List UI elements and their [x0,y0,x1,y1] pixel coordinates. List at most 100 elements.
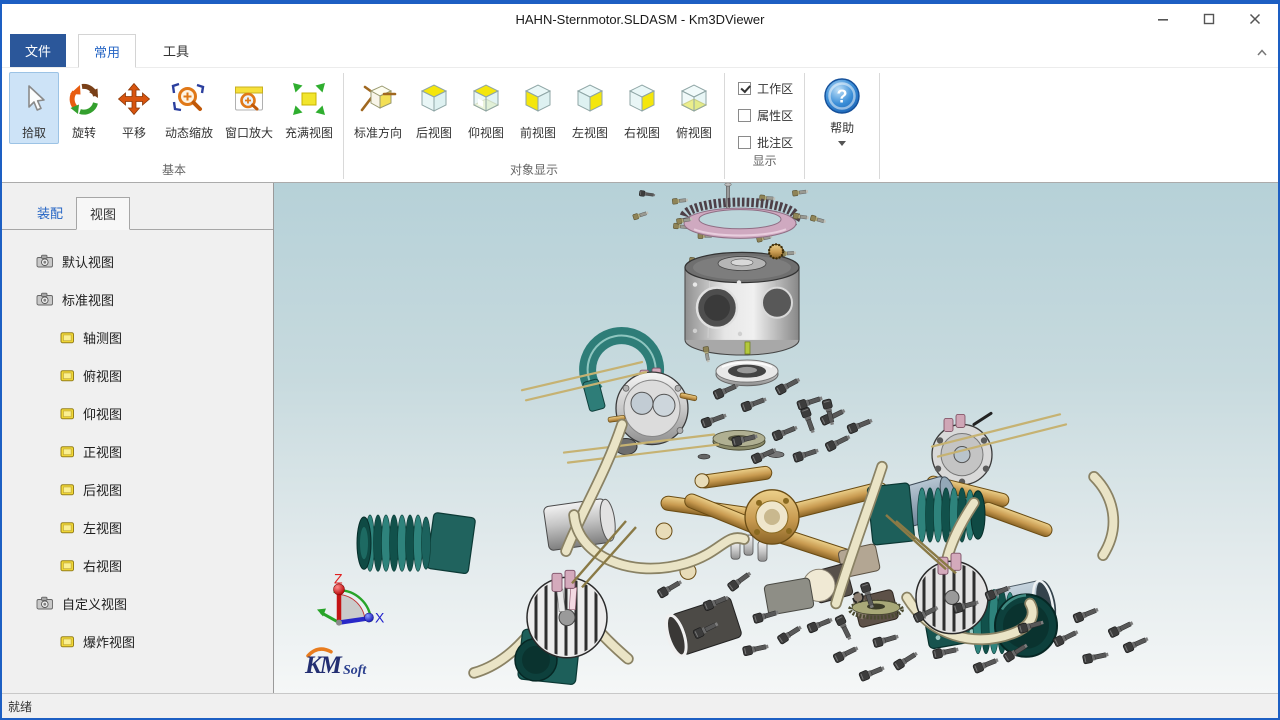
help-icon: ? [822,76,862,116]
bolt-field-mid [701,375,874,464]
logo-km: KM [304,652,343,679]
dynamic-zoom-icon [170,76,208,122]
cube-icon [60,635,75,648]
logo-soft: Soft [343,662,367,678]
ribbon-group-display: 工作区 属性区 批注区 显示 [726,70,803,182]
right-view-button[interactable]: 右视图 [616,72,668,144]
crankcase-housing [685,244,799,362]
close-icon [1249,13,1261,25]
axis-label-x: X [375,610,385,626]
dropdown-caret-icon [838,141,846,146]
svg-text:?: ? [837,87,848,107]
camera-icon [36,254,54,268]
front-view-button[interactable]: 前视图 [512,72,564,144]
title-bar: HAHN-Sternmotor.SLDASM - Km3DViewer [2,4,1278,34]
view-tree: 默认视图 标准视图 轴测图 俯视图 仰视图 [2,230,273,660]
cube-icon [60,331,75,344]
tree-item-top[interactable]: 俯视图 [2,356,273,394]
view-cube-left-icon [570,76,610,122]
ribbon-group-basic: 拾取 旋转 [6,70,342,182]
model-viewport[interactable]: Z X KM Soft [274,183,1278,693]
view-cube-right-icon [622,76,662,122]
head-assembly-upper-right [932,413,992,485]
collapse-ribbon-button[interactable] [1256,44,1268,62]
fit-view-button[interactable]: 充满视图 [279,72,339,144]
pan-button[interactable]: 平移 [109,72,159,144]
exploded-model-scene: Z X KM Soft [274,183,1278,693]
close-button[interactable] [1232,4,1278,34]
standard-orientation-icon [358,76,398,122]
ribbon-tab-row: 文件 常用 工具 [2,34,1278,68]
ribbon-separator [343,73,344,179]
workspace-checkbox[interactable]: 工作区 [738,80,793,97]
tree-item-custom-views[interactable]: 自定义视图 [2,584,273,622]
tree-item-bottom[interactable]: 仰视图 [2,394,273,432]
sidebar-tab-views[interactable]: 视图 [76,197,130,230]
group-label-object-display: 对象显示 [345,160,723,182]
standard-orientation-button[interactable]: 标准方向 [348,72,408,144]
ribbon-separator [724,73,725,179]
window-controls [1140,4,1278,34]
tab-file[interactable]: 文件 [10,34,66,67]
checkbox-icon [738,82,751,95]
app-window: HAHN-Sternmotor.SLDASM - Km3DViewer 文件 常… [0,0,1280,720]
axes-triad: Z X [317,570,385,625]
sidebar-tab-assembly[interactable]: 装配 [24,197,76,229]
tree-item-standard-views[interactable]: 标准视图 [2,280,273,318]
minimize-button[interactable] [1140,4,1186,34]
kmsoft-logo: KM Soft [304,649,367,679]
annotations-checkbox[interactable]: 批注区 [738,134,793,151]
finned-cylinder-left [357,512,476,574]
sleeve-gray [764,578,815,616]
tree-item-left[interactable]: 左视图 [2,508,273,546]
tree-item-back[interactable]: 后视图 [2,470,273,508]
properties-checkbox[interactable]: 属性区 [738,107,793,124]
cube-icon [60,369,75,382]
top-view-button[interactable]: 俯视图 [668,72,720,144]
left-view-button[interactable]: 左视图 [564,72,616,144]
maximize-button[interactable] [1186,4,1232,34]
view-cube-back-icon [414,76,454,122]
window-zoom-icon [230,76,268,122]
cube-icon [60,407,75,420]
window-title: HAHN-Sternmotor.SLDASM - Km3DViewer [2,12,1278,27]
tree-item-front[interactable]: 正视图 [2,432,273,470]
status-text: 就绪 [8,698,32,715]
tab-home[interactable]: 常用 [78,34,136,68]
fit-view-icon [290,76,328,122]
bottom-up-view-button[interactable]: 仰视图 [460,72,512,144]
checkbox-icon [738,109,751,122]
group-label-display: 显示 [726,151,803,173]
tree-item-default-view[interactable]: 默认视图 [2,242,273,280]
axis-label-z: Z [334,570,343,586]
view-cube-bottomup-icon [466,76,506,122]
group-label-basic: 基本 [6,160,342,182]
pan-arrows-icon [115,76,153,122]
pick-button[interactable]: 拾取 [9,72,59,144]
tab-tools[interactable]: 工具 [148,34,204,67]
tree-item-right[interactable]: 右视图 [2,546,273,584]
piston-dark [662,596,743,658]
sidebar-tab-bar: 装配 视图 [2,183,273,230]
ribbon-separator [879,73,880,179]
dynamic-zoom-button[interactable]: 动态缩放 [159,72,219,144]
cube-icon [60,559,75,572]
cursor-icon [15,76,53,122]
help-button[interactable]: ? 帮助 [806,70,878,182]
checkbox-icon [738,136,751,149]
ribbon-separator [804,73,805,179]
ribbon-group-object-display: 标准方向 后视图 [345,70,723,182]
tree-item-isometric[interactable]: 轴测图 [2,318,273,356]
back-view-button[interactable]: 后视图 [408,72,460,144]
view-cube-top-icon [674,76,714,122]
window-zoom-button[interactable]: 窗口放大 [219,72,279,144]
maximize-icon [1203,13,1215,25]
cube-icon [60,521,75,534]
ball-bearing [716,360,778,386]
tree-item-exploded[interactable]: 爆炸视图 [2,622,273,660]
camera-icon [36,292,54,306]
rotate-button[interactable]: 旋转 [59,72,109,144]
sidebar-panel: 装配 视图 [2,183,274,693]
gear-ring [676,202,809,238]
view-cube-front-icon [518,76,558,122]
